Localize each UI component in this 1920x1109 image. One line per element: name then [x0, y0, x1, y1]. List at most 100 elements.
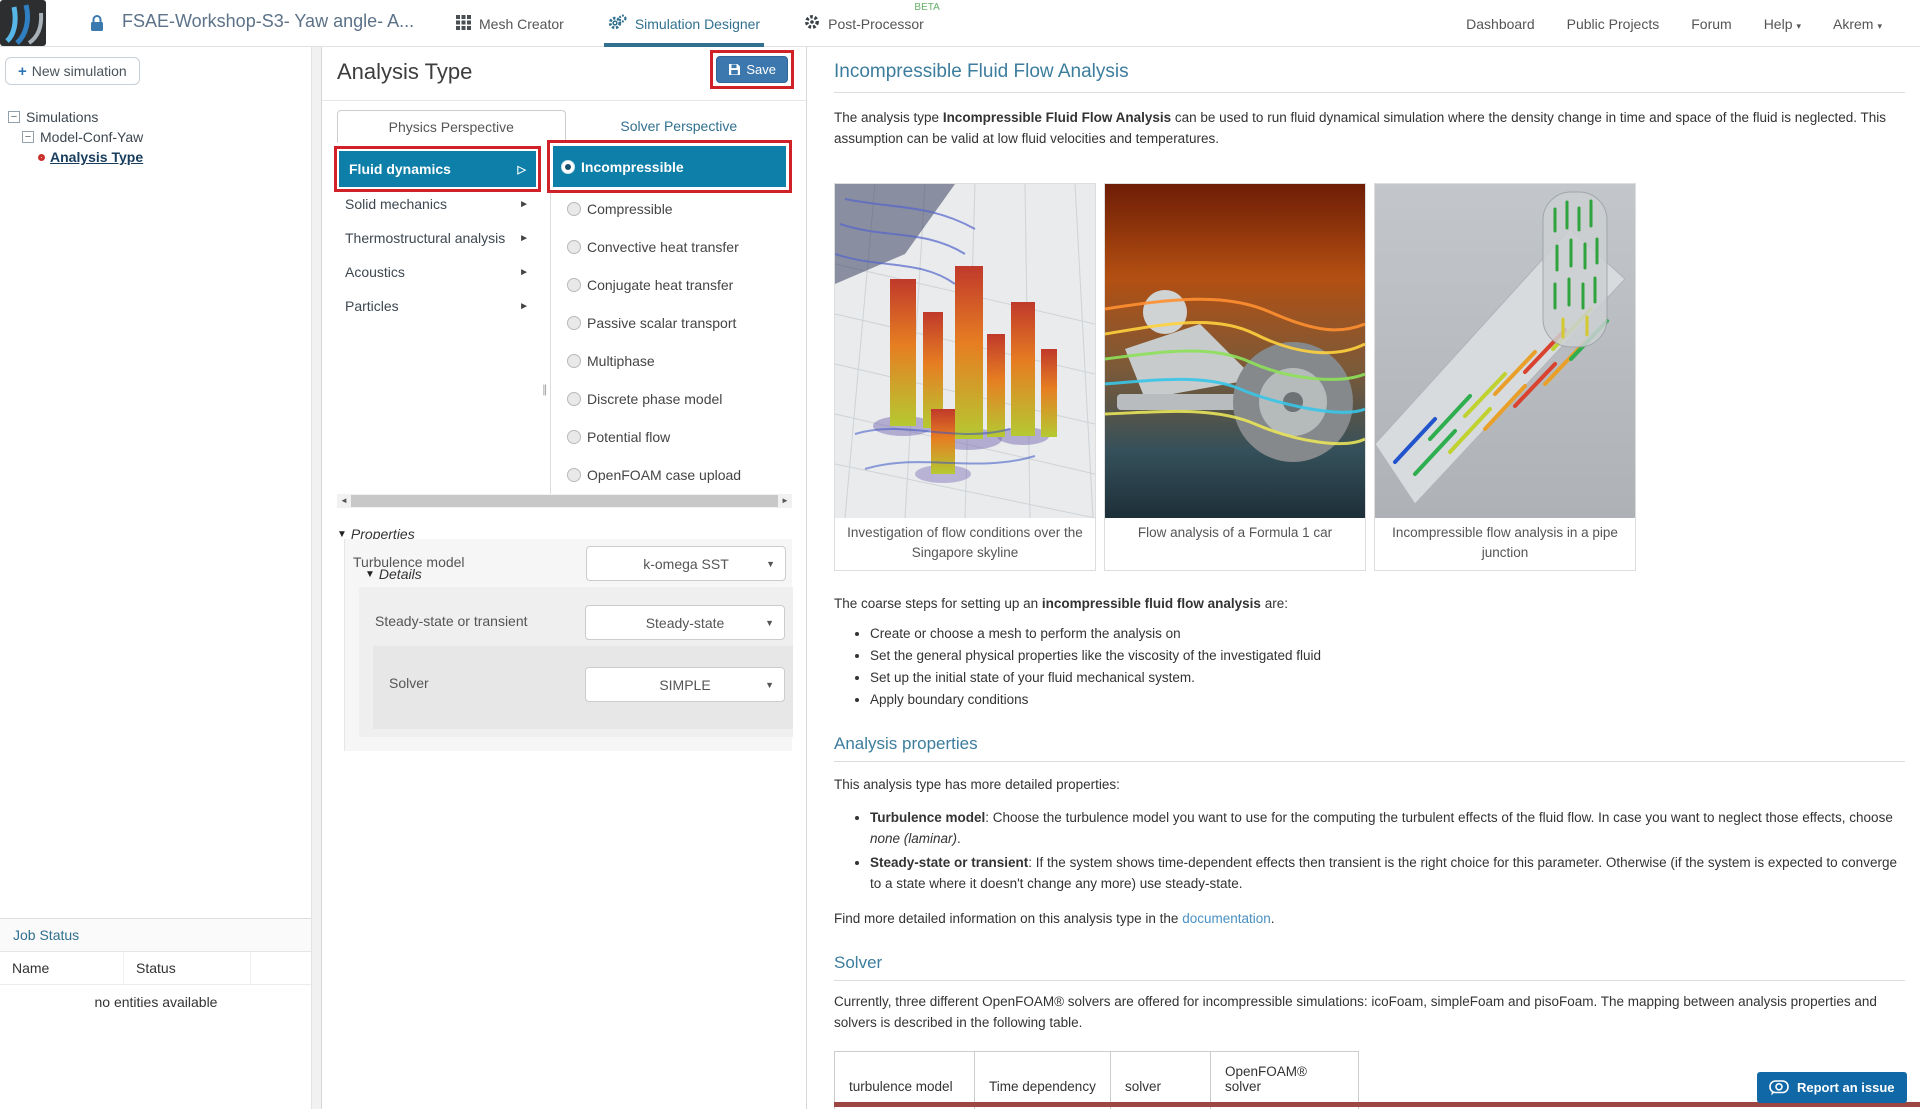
- panel-divider: [322, 100, 806, 101]
- time-dependency-label: Steady-state or transient: [375, 613, 528, 629]
- time-dependency-select[interactable]: Steady-state: [585, 605, 785, 640]
- physics-item-fluid-dynamics[interactable]: Fluid dynamics: [339, 151, 536, 187]
- chevron-down-icon: ▾: [1877, 20, 1882, 31]
- documentation-pane: Incompressible Fluid Flow Analysis The a…: [808, 47, 1920, 1109]
- passive-scalar-label: Passive scalar transport: [587, 315, 737, 331]
- caption-f1-car: Flow analysis of a Formula 1 car: [1137, 525, 1333, 540]
- job-status-panel: Job Status Name Status no entities avail…: [0, 918, 312, 1109]
- step-item: Set up the initial state of your fluid m…: [870, 667, 1905, 688]
- collapse-icon[interactable]: [22, 131, 34, 143]
- physics-item-solid-mechanics[interactable]: Solid mechanics: [337, 187, 539, 221]
- analysis-properties-intro: This analysis type has more detailed pro…: [834, 777, 1120, 792]
- tab-simulation-designer[interactable]: Simulation Designer: [603, 0, 765, 47]
- camera-bubble-icon: [1769, 1079, 1789, 1095]
- save-button[interactable]: Save: [716, 56, 788, 83]
- radio-icon[interactable]: [567, 468, 581, 482]
- details-section-toggle[interactable]: Details: [365, 566, 422, 582]
- sidebar-scrollbar[interactable]: [311, 47, 321, 1109]
- report-issue-label: Report an issue: [1797, 1080, 1895, 1095]
- option-multiphase[interactable]: Multiphase: [559, 342, 792, 380]
- nav-dashboard[interactable]: Dashboard: [1466, 16, 1535, 32]
- physics-item-thermostructural[interactable]: Thermostructural analysis: [337, 221, 539, 255]
- top-navbar: FSAE-Workshop-S3- Yaw angle- A... Mesh C…: [0, 0, 1920, 47]
- radio-icon[interactable]: [567, 316, 581, 330]
- save-highlight-box: Save: [710, 50, 794, 89]
- compressible-label: Compressible: [587, 201, 673, 217]
- turbulence-model-select[interactable]: k-omega SST: [586, 546, 786, 581]
- select-caret-icon: [766, 559, 775, 569]
- details-box: Steady-state or transient Steady-state D…: [359, 587, 793, 737]
- solver-heading: Solver: [834, 953, 883, 972]
- col-turbulence-model: turbulence model: [834, 1051, 975, 1104]
- option-openfoam-case-upload[interactable]: OpenFOAM case upload: [559, 456, 792, 494]
- radio-icon[interactable]: [567, 240, 581, 254]
- job-status-empty-message: no entities available: [94, 994, 218, 1010]
- beta-badge: BETA: [914, 2, 940, 13]
- column-divider: [550, 143, 551, 494]
- bullet-text: : Choose the turbulence model you want t…: [985, 810, 1893, 825]
- steps-intro: The coarse steps for setting up an incom…: [834, 593, 1905, 614]
- documentation-link[interactable]: documentation: [1182, 911, 1271, 926]
- step-item: Create or choose a mesh to perform the a…: [870, 623, 1905, 644]
- radio-selected-icon[interactable]: [561, 159, 575, 174]
- radio-icon[interactable]: [567, 430, 581, 444]
- collapse-icon[interactable]: [8, 111, 20, 123]
- option-discrete-phase-model[interactable]: Discrete phase model: [559, 380, 792, 418]
- intro-bold: Incompressible Fluid Flow Analysis: [942, 110, 1172, 125]
- physics-item-acoustics[interactable]: Acoustics: [337, 255, 539, 289]
- radio-icon[interactable]: [567, 392, 581, 406]
- nav-forum[interactable]: Forum: [1691, 16, 1731, 32]
- new-simulation-button[interactable]: + New simulation: [5, 57, 140, 85]
- perspective-tabs: Physics Perspective Solver Perspective: [337, 110, 792, 143]
- scrollbar-thumb[interactable]: [351, 495, 778, 507]
- annotation-red-line: [834, 1102, 1920, 1107]
- tab-mesh-creator[interactable]: Mesh Creator: [452, 0, 568, 47]
- tree-node-simulations[interactable]: Simulations: [8, 109, 143, 125]
- more-info-paragraph: Find more detailed information on this a…: [834, 908, 1905, 929]
- option-compressible[interactable]: Compressible: [559, 190, 792, 228]
- solver-mapping-table: turbulence model Time dependency solver …: [834, 1051, 1359, 1109]
- doc-title: Incompressible Fluid Flow Analysis: [834, 61, 1129, 82]
- nav-public-projects[interactable]: Public Projects: [1567, 16, 1660, 32]
- horizontal-scrollbar[interactable]: [337, 494, 792, 508]
- thermostructural-label: Thermostructural analysis: [345, 230, 506, 246]
- scroll-right-arrow[interactable]: [778, 494, 792, 508]
- report-issue-button[interactable]: Report an issue: [1757, 1072, 1907, 1103]
- more-info-text: Find more detailed information on this a…: [834, 911, 1183, 926]
- bullet-bold: Steady-state or transient: [870, 855, 1029, 870]
- solver-select[interactable]: SIMPLE: [585, 667, 785, 702]
- project-title[interactable]: FSAE-Workshop-S3- Yaw angle- A...: [122, 11, 414, 32]
- physics-item-particles[interactable]: Particles: [337, 289, 539, 323]
- tab-solver-perspective[interactable]: Solver Perspective: [566, 110, 793, 143]
- solver-paragraph: Currently, three different OpenFOAM® sol…: [834, 994, 1877, 1030]
- scroll-left-arrow[interactable]: [337, 494, 351, 508]
- details-label: Details: [378, 566, 422, 582]
- section-collapse-icon: [365, 569, 375, 580]
- pipe-cfd-image: [1375, 184, 1635, 518]
- step-item: Set the general physical properties like…: [870, 645, 1905, 666]
- nav-user-menu[interactable]: Akrem ▾: [1833, 16, 1882, 32]
- tab-post-processor-label: Post-Processor: [828, 15, 924, 32]
- option-convective-heat-transfer[interactable]: Convective heat transfer: [559, 228, 792, 266]
- column-resize-handle[interactable]: [542, 383, 548, 396]
- more-info-text: .: [1270, 911, 1275, 926]
- steps-bold: incompressible fluid flow analysis: [1041, 596, 1261, 611]
- tree-node-model[interactable]: Model-Conf-Yaw: [22, 129, 143, 145]
- incompressible-highlight-box: Incompressible: [547, 140, 792, 193]
- option-incompressible[interactable]: Incompressible: [553, 146, 786, 187]
- submenu-arrow-icon: [519, 199, 529, 210]
- simscale-logo[interactable]: [0, 0, 46, 46]
- red-target-icon: [38, 153, 45, 161]
- tree-analysis-type-label[interactable]: Analysis Type: [50, 149, 143, 165]
- radio-icon[interactable]: [567, 278, 581, 292]
- solver-value: SIMPLE: [659, 676, 711, 693]
- radio-icon[interactable]: [567, 354, 581, 368]
- nav-help-menu[interactable]: Help ▾: [1764, 16, 1801, 32]
- tab-physics-perspective[interactable]: Physics Perspective: [337, 110, 566, 143]
- option-potential-flow[interactable]: Potential flow: [559, 418, 792, 456]
- option-passive-scalar-transport[interactable]: Passive scalar transport: [559, 304, 792, 342]
- tree-node-analysis-type[interactable]: Analysis Type: [38, 149, 143, 165]
- radio-icon[interactable]: [567, 202, 581, 216]
- option-conjugate-heat-transfer[interactable]: Conjugate heat transfer: [559, 266, 792, 304]
- tab-post-processor[interactable]: Post-Processor BETA: [800, 0, 940, 47]
